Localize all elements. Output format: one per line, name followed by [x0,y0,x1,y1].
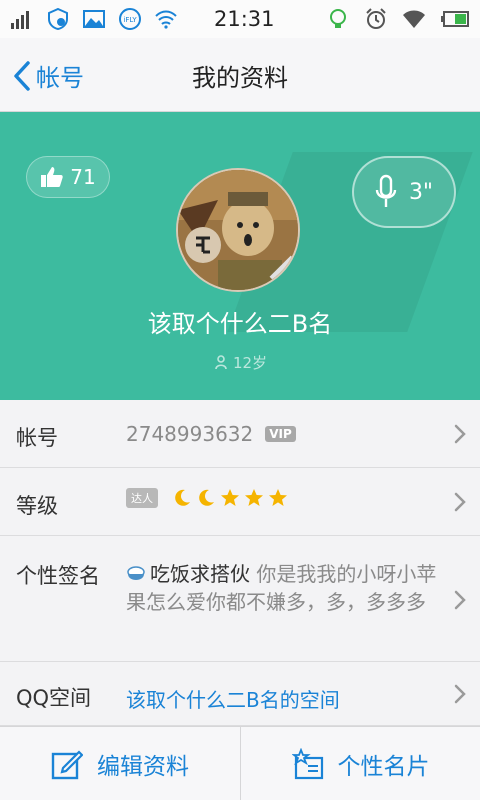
signature-text-wrap: 吃饭求搭伙 你是我我的小呀小苹果怎么爱你都不嫌多，多，多多多 [126,560,446,616]
daren-badge: 达人 [126,488,158,508]
microphone-icon [375,174,397,207]
level-label: 等级 [16,494,58,518]
voice-duration: 3" [408,179,434,205]
ifly-icon: iFLY [119,8,141,30]
level-icons: 达人 [126,488,288,508]
profile-card-button[interactable]: 个性名片 [240,727,480,800]
edit-profile-button[interactable]: 编辑资料 [0,727,240,800]
svg-text:iFLY: iFLY [123,16,137,24]
star-icon [245,489,263,506]
signature-label: 个性签名 [16,564,100,588]
page-title: 我的资料 [192,64,288,92]
signature-action: 吃饭求搭伙 [150,562,250,586]
profile-card-label: 个性名片 [337,754,430,780]
age-text: 12岁 [232,354,268,372]
account-row[interactable]: 帐号 2748993632 VIP [0,400,480,468]
star-icon [221,489,239,506]
male-icon [215,355,227,370]
image-icon [83,10,105,28]
wifi-icon [155,10,177,29]
wifi-strength-icon [403,10,425,28]
chevron-right-icon [454,590,466,610]
edit-profile-label: 编辑资料 [97,754,189,780]
like-button[interactable]: 71 [26,156,110,198]
like-count: 71 [70,165,96,189]
avatar[interactable] [176,168,300,292]
battery-icon [441,11,469,27]
rice-bowl-icon [127,566,145,580]
signal-icon [11,11,29,29]
age-gender: 12岁 [0,352,480,373]
qzone-label: QQ空间 [16,686,92,710]
voice-intro-button[interactable]: 3" [352,156,456,228]
nickname: 该取个什么二B名 [147,310,333,338]
moon-icon [199,489,214,506]
star-icon [269,489,287,506]
avatar-image [178,170,298,290]
card-icon [291,748,323,780]
qzone-link[interactable]: 该取个什么二B名的空间 [126,684,340,713]
status-bar: iFLY 21:31 [0,0,480,38]
bulb-icon [330,9,346,28]
bottom-bar: 编辑资料 个性名片 [0,726,480,800]
account-number: 2748993632 [126,422,254,446]
thumbs-up-icon [41,167,63,187]
chevron-right-icon [454,492,466,512]
moon-icon [175,489,190,506]
account-value-wrap: 2748993632 VIP [126,422,296,446]
profile-header: 71 3" 该取个什么二B名 12岁 [0,112,480,400]
vip-badge: VIP [265,426,296,442]
status-time: 21:31 [214,7,275,31]
edit-icon [51,750,83,780]
shield-icon [48,8,68,30]
chevron-right-icon [454,684,466,704]
alarm-icon [366,8,386,29]
signature-row[interactable]: 个性签名 吃饭求搭伙 你是我我的小呀小苹果怎么爱你都不嫌多，多，多多多 [0,536,480,662]
qzone-row[interactable]: QQ空间 该取个什么二B名的空间 [0,662,480,726]
level-row[interactable]: 等级 达人 [0,468,480,536]
chevron-right-icon [454,424,466,444]
account-label: 帐号 [16,426,58,450]
title-bar: 帐号 我的资料 [0,38,480,112]
